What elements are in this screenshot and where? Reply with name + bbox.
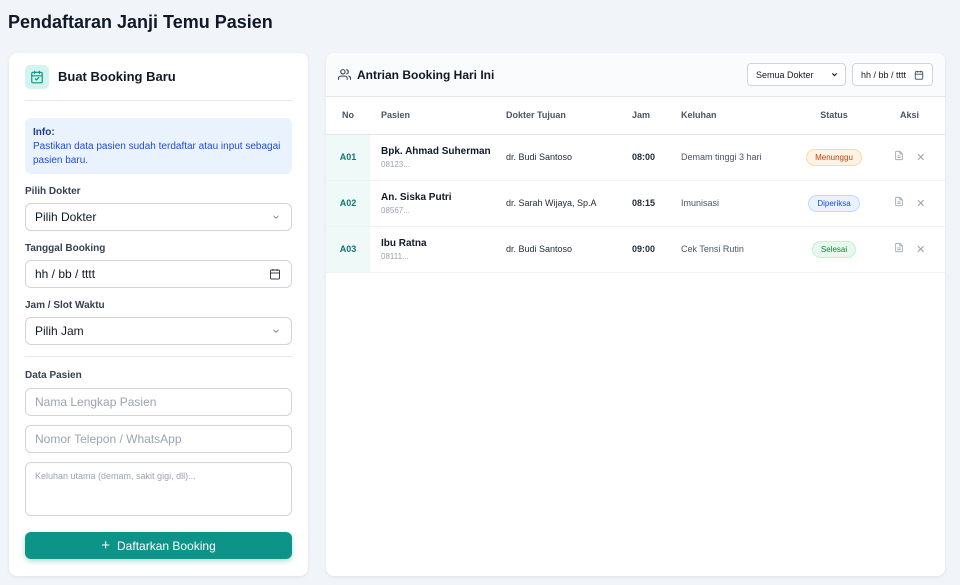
time-label: Jam / Slot Waktu <box>25 300 105 311</box>
queue-table: No Pasien Dokter Tujuan Jam Keluhan Stat… <box>326 97 945 273</box>
info-title: Info: <box>33 127 55 138</box>
queue-card: Antrian Booking Hari Ini Semua Dokter hh… <box>326 53 945 576</box>
col-header-status: Status <box>794 97 874 135</box>
patient-name: An. Siska Putri <box>381 191 452 203</box>
col-header-patient: Pasien <box>370 97 506 135</box>
queue-number: A02 <box>326 180 370 227</box>
form-title: Buat Booking Baru <box>58 69 176 84</box>
close-icon[interactable]: ✕ <box>916 198 925 210</box>
users-icon <box>338 69 351 80</box>
chevron-down-icon <box>831 72 838 77</box>
patient-phone: 08111... <box>381 251 409 261</box>
appointment-time: 08:15 <box>632 180 681 227</box>
submit-booking-button[interactable]: + Daftarkan Booking <box>25 532 292 559</box>
doctor-filter-value: Semua Dokter <box>756 69 814 80</box>
time-select-value: Pilih Jam <box>35 324 84 338</box>
status-badge: Menunggu <box>806 148 862 166</box>
col-header-doctor: Dokter Tujuan <box>506 97 632 135</box>
time-select[interactable]: Pilih Jam <box>25 317 292 345</box>
form-header: Buat Booking Baru <box>25 53 292 101</box>
patient-phone-input[interactable]: Nomor Telepon / WhatsApp <box>25 425 292 453</box>
document-icon[interactable] <box>894 196 904 210</box>
table-row[interactable]: A03 Ibu Ratna 08111... dr. Budi Santoso … <box>326 226 945 273</box>
chevron-down-icon <box>273 329 279 333</box>
table-header-row: No Pasien Dokter Tujuan Jam Keluhan Stat… <box>326 97 945 135</box>
doctor-name: dr. Budi Santoso <box>506 134 632 181</box>
status-badge: Selesai <box>811 240 857 258</box>
complaint: Imunisasi <box>681 180 794 227</box>
calendar-icon <box>25 64 49 89</box>
doctor-name: dr. Budi Santoso <box>506 226 632 273</box>
col-header-action: Aksi <box>874 97 945 135</box>
document-icon[interactable] <box>894 150 904 164</box>
close-icon[interactable]: ✕ <box>916 244 925 256</box>
submit-label: Daftarkan Booking <box>117 538 216 553</box>
page-title: Pendaftaran Janji Temu Pasien <box>8 12 273 32</box>
complaint-placeholder: Keluhan utama (demam, sakit gigi, dll)..… <box>35 471 196 481</box>
date-filter-input[interactable]: hh / bb / tttt <box>852 63 933 86</box>
queue-number: A03 <box>326 226 370 273</box>
close-icon[interactable]: ✕ <box>916 152 925 164</box>
booking-form-card: Buat Booking Baru Info: Pastikan data pa… <box>9 53 308 576</box>
calendar-picker-icon[interactable] <box>914 70 924 80</box>
patient-name: Bpk. Ahmad Suherman <box>381 145 491 157</box>
complaint: Cek Tensi Rutin <box>681 226 794 273</box>
queue-header: Antrian Booking Hari Ini Semua Dokter hh… <box>326 53 945 97</box>
info-text: Pastikan data pasien sudah terdaftar ata… <box>33 141 281 166</box>
status-badge: Diperiksa <box>808 194 860 212</box>
queue-title: Antrian Booking Hari Ini <box>357 67 495 82</box>
col-header-complaint: Keluhan <box>681 97 794 135</box>
col-header-time: Jam <box>632 97 681 135</box>
queue-number: A01 <box>326 134 370 181</box>
info-box: Info: Pastikan data pasien sudah terdaft… <box>25 118 292 174</box>
patient-phone-placeholder: Nomor Telepon / WhatsApp <box>35 432 182 446</box>
patient-name-placeholder: Nama Lengkap Pasien <box>35 395 157 409</box>
doctor-name: dr. Sarah Wijaya, Sp.A <box>506 180 632 227</box>
patient-section-label: Data Pasien <box>25 370 82 381</box>
patient-phone: 08567... <box>381 205 410 215</box>
complaint: Demam tinggi 3 hari <box>681 134 794 181</box>
chevron-down-icon <box>273 215 279 219</box>
date-input-value: hh / bb / tttt <box>35 267 96 281</box>
form-divider <box>25 356 292 357</box>
appointment-time: 08:00 <box>632 134 681 181</box>
patient-name: Ibu Ratna <box>381 237 427 249</box>
doctor-select[interactable]: Pilih Dokter <box>25 203 292 231</box>
patient-phone: 08123... <box>381 159 410 169</box>
date-label: Tanggal Booking <box>25 243 106 254</box>
table-row[interactable]: A02 An. Siska Putri 08567... dr. Sarah W… <box>326 180 945 227</box>
date-input[interactable]: hh / bb / tttt <box>25 260 292 288</box>
calendar-picker-icon[interactable] <box>269 268 281 280</box>
patient-name-input[interactable]: Nama Lengkap Pasien <box>25 388 292 416</box>
doctor-filter-select[interactable]: Semua Dokter <box>747 63 846 86</box>
date-filter-value: hh / bb / tttt <box>861 69 907 80</box>
table-row[interactable]: A01 Bpk. Ahmad Suherman 08123... dr. Bud… <box>326 134 945 181</box>
doctor-select-value: Pilih Dokter <box>35 210 97 224</box>
appointment-time: 09:00 <box>632 226 681 273</box>
document-icon[interactable] <box>894 242 904 256</box>
col-header-no: No <box>326 97 370 135</box>
doctor-label: Pilih Dokter <box>25 186 81 197</box>
plus-icon: + <box>101 537 111 554</box>
complaint-textarea[interactable]: Keluhan utama (demam, sakit gigi, dll)..… <box>25 462 292 516</box>
